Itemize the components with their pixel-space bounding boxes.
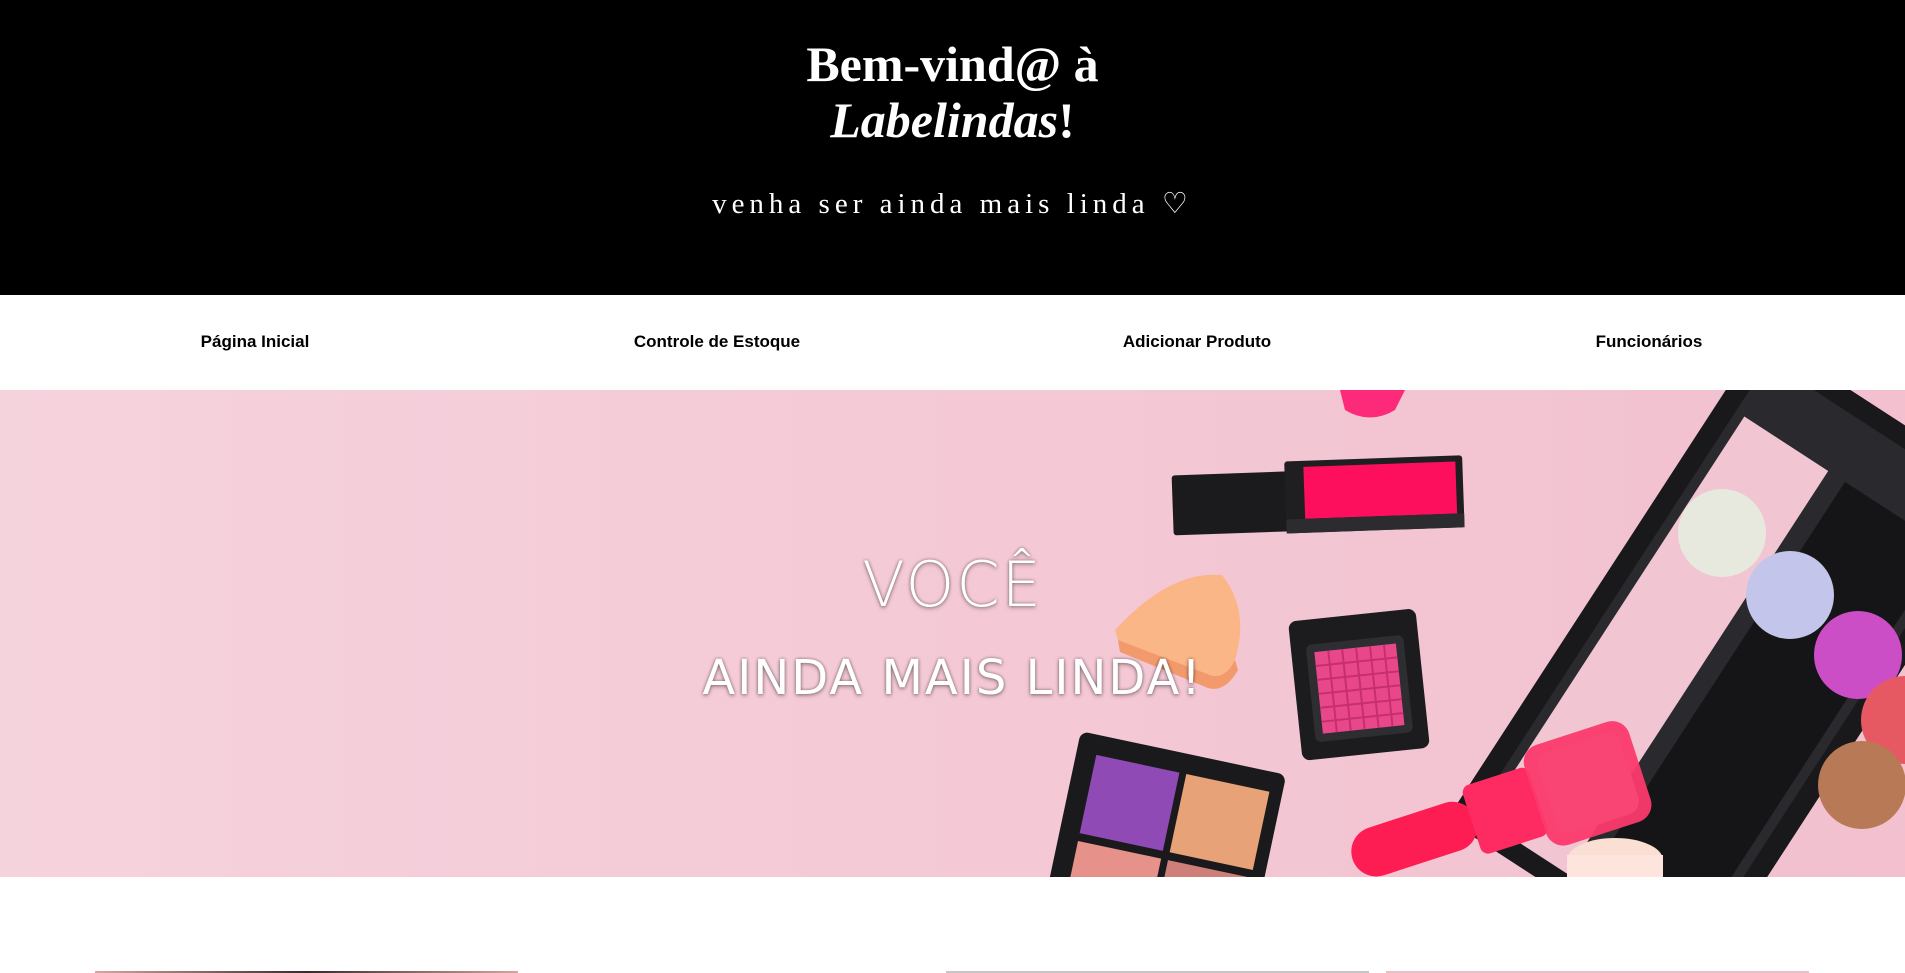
main-nav: Página Inicial Controle de Estoque Adici…: [0, 295, 1905, 390]
nav-item-add-product[interactable]: Adicionar Produto: [1123, 332, 1271, 352]
title-suffix: !: [1058, 92, 1075, 148]
tagline: venha ser ainda mais linda ♡: [712, 188, 1193, 220]
nav-item-home[interactable]: Página Inicial: [201, 332, 310, 352]
hero-line-1: VOCÊ: [862, 548, 1043, 621]
welcome-title: Bem-vind@ à Labelindas!: [0, 36, 1905, 148]
hero-banner: VOCÊ AINDA MAIS LINDA!: [0, 390, 1905, 877]
title-line1: Bem-vind@ à: [806, 36, 1099, 92]
makeup-products-image: [1040, 390, 1905, 877]
nav-item-employees[interactable]: Funcionários: [1596, 332, 1703, 352]
nav-item-stock-control[interactable]: Controle de Estoque: [634, 332, 800, 352]
brand-name: Labelindas: [830, 92, 1059, 148]
site-header: Bem-vind@ à Labelindas! venha ser ainda …: [0, 0, 1905, 295]
hero-line-2: AINDA MAIS LINDA!: [702, 650, 1203, 706]
content-section: [0, 877, 1905, 973]
